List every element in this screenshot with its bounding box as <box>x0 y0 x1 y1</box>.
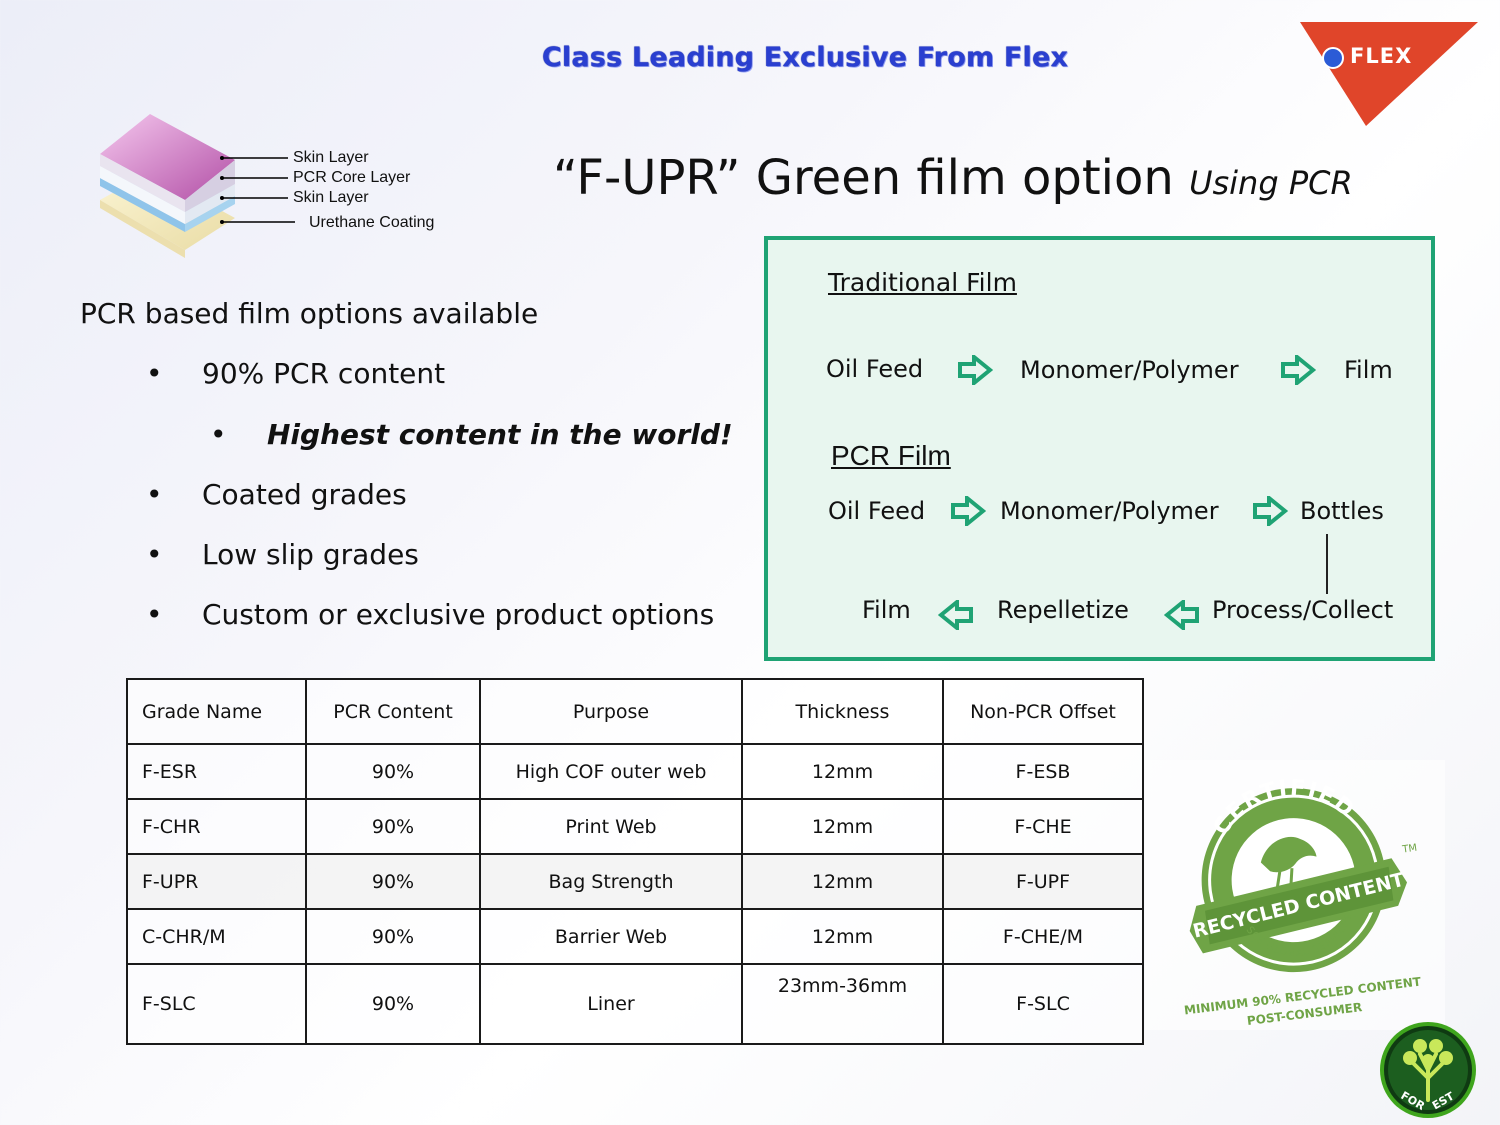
cell-grade-name: C-CHR/M <box>126 908 307 965</box>
table-header-row: Grade Name PCR Content Purpose Thickness… <box>126 678 1144 745</box>
layer-label-pcr-core: PCR Core Layer <box>293 169 411 186</box>
right-arrow-icon <box>1252 496 1288 526</box>
cell-grade-name: F-ESR <box>126 743 307 800</box>
bullet-text: Coated grades <box>202 478 407 511</box>
cell-purpose: Bag Strength <box>479 853 743 910</box>
cell-purpose: Liner <box>479 963 743 1045</box>
pcr-step-process-collect: Process/Collect <box>1212 596 1394 624</box>
page-title-text: “F-UPR” Green film option <box>553 150 1174 206</box>
cell-non-pcr-offset: F-CHE/M <box>942 908 1144 965</box>
bullet-text: Custom or exclusive product options <box>202 598 715 631</box>
header-thickness: Thickness <box>741 678 944 745</box>
pcr-film-heading: PCR Film <box>831 440 951 471</box>
traditional-step-oil-feed: Oil Feed <box>826 355 924 383</box>
bullet-text: Low slip grades <box>202 538 419 571</box>
page-subtitle: Using PCR <box>1189 164 1353 202</box>
left-arrow-icon <box>938 600 974 630</box>
bullet-text: 90% PCR content <box>202 357 446 390</box>
cell-non-pcr-offset: F-ESB <box>942 743 1144 800</box>
cell-non-pcr-offset: F-UPF <box>942 853 1144 910</box>
table-row: C-CHR/M 90% Barrier Web 12mm F-CHE/M <box>126 908 1144 965</box>
options-heading: PCR based film options available <box>80 297 539 330</box>
flex-logo <box>1300 22 1478 126</box>
flex-logo-text: FLEX <box>1350 44 1413 68</box>
layer-label-urethane: Urethane Coating <box>309 214 435 231</box>
cell-grade-name: F-CHR <box>126 798 307 855</box>
bullet-icon: • <box>146 598 163 631</box>
table-row: F-ESR 90% High COF outer web 12mm F-ESB <box>126 743 1144 800</box>
cell-purpose: Barrier Web <box>479 908 743 965</box>
table-row: F-UPR 90% Bag Strength 12mm F-UPF <box>126 853 1144 910</box>
layer-label-skin-top: Skin Layer <box>293 149 369 166</box>
layer-label-skin-bottom: Skin Layer <box>293 189 369 206</box>
cell-non-pcr-offset: F-CHE <box>942 798 1144 855</box>
pcr-step-repelletize: Repelletize <box>997 596 1129 624</box>
bullet-text-highlight: Highest content in the world! <box>267 418 733 451</box>
cell-grade-name: F-SLC <box>126 963 307 1045</box>
header-grade-name: Grade Name <box>126 678 307 745</box>
left-arrow-icon <box>1164 600 1200 630</box>
page-title: “F-UPR” Green film option Using PCR <box>553 150 1353 206</box>
traditional-film-heading: Traditional Film <box>828 268 1017 297</box>
pcr-step-bottles: Bottles <box>1300 497 1384 525</box>
connector-line <box>1326 534 1328 594</box>
cell-non-pcr-offset: F-SLC <box>942 963 1144 1045</box>
cell-thickness: 12mm <box>741 853 944 910</box>
right-arrow-icon <box>1280 355 1316 385</box>
bullet-icon: • <box>146 538 163 571</box>
header-non-pcr-offset: Non-PCR Offset <box>942 678 1144 745</box>
pcr-step-oil-feed: Oil Feed <box>828 497 926 525</box>
right-arrow-icon <box>950 496 986 526</box>
grade-table: Grade Name PCR Content Purpose Thickness… <box>126 678 1144 1045</box>
forest-logo: FOR EST <box>1378 1020 1478 1120</box>
cell-thickness: 23mm-36mm <box>741 963 944 1045</box>
recycled-content-seal: CERTIFIED RECYCLED CONTENT TM SCS GLOBAL… <box>1145 760 1445 1030</box>
cell-pcr-content: 90% <box>305 853 481 910</box>
traditional-step-film: Film <box>1344 356 1393 384</box>
cell-purpose: High COF outer web <box>479 743 743 800</box>
cell-pcr-content: 90% <box>305 963 481 1045</box>
header-title: Class Leading Exclusive From Flex <box>541 42 1069 73</box>
pcr-step-monomer: Monomer/Polymer <box>1000 497 1219 525</box>
globe-icon <box>1322 47 1344 69</box>
header-pcr-content: PCR Content <box>305 678 481 745</box>
cell-thickness: 12mm <box>741 743 944 800</box>
cell-grade-name: F-UPR <box>126 853 307 910</box>
header-purpose: Purpose <box>479 678 743 745</box>
cell-thickness: 12mm <box>741 908 944 965</box>
cell-purpose: Print Web <box>479 798 743 855</box>
traditional-step-monomer: Monomer/Polymer <box>1020 356 1239 384</box>
cell-pcr-content: 90% <box>305 743 481 800</box>
cell-thickness: 12mm <box>741 798 944 855</box>
bullet-icon: • <box>146 478 163 511</box>
cell-pcr-content: 90% <box>305 798 481 855</box>
layer-diagram <box>95 110 295 260</box>
table-row: F-CHR 90% Print Web 12mm F-CHE <box>126 798 1144 855</box>
bullet-icon: • <box>210 418 227 451</box>
seal-tm: TM <box>1401 843 1418 856</box>
pcr-step-film: Film <box>862 596 911 624</box>
table-row: F-SLC 90% Liner 23mm-36mm F-SLC <box>126 963 1144 1045</box>
right-arrow-icon <box>957 355 993 385</box>
bullet-icon: • <box>146 357 163 390</box>
cell-pcr-content: 90% <box>305 908 481 965</box>
